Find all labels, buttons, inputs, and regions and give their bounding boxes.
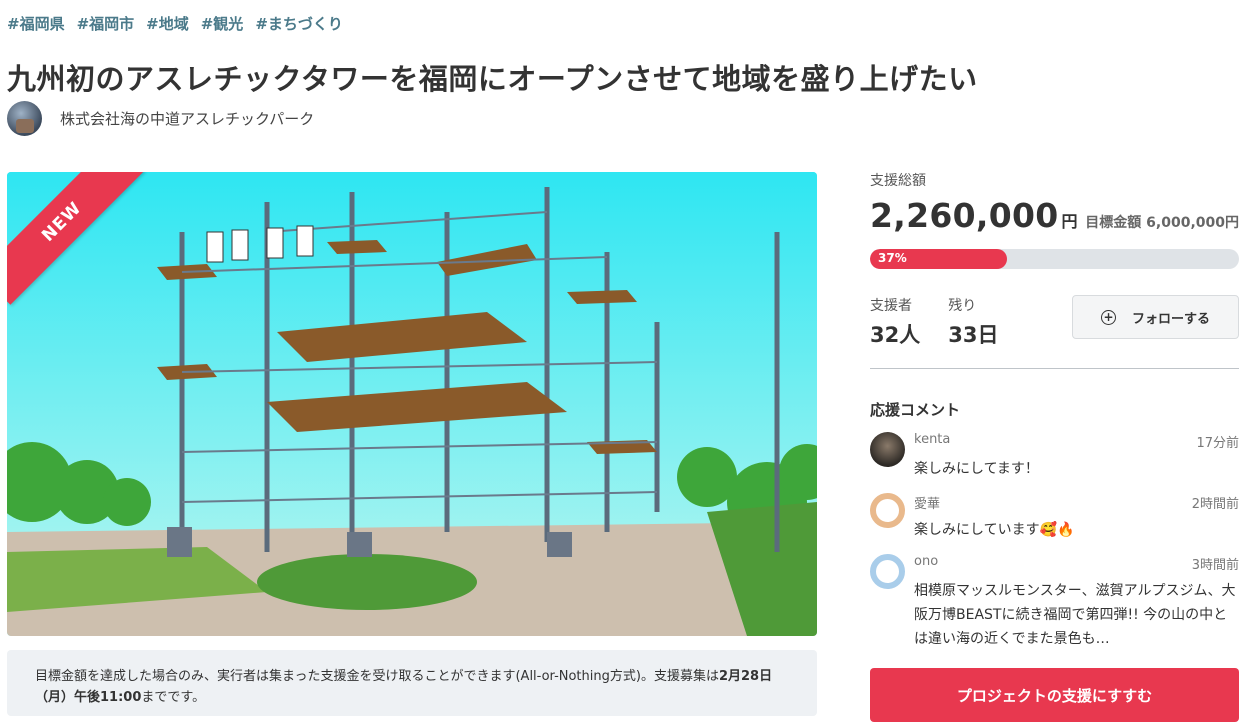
comment-body: 愛華 2時間前 楽しみにしています🥰🔥: [914, 493, 1239, 542]
funding-panel: 支援総額 2,260,000 円 目標金額 6,000,000円 37% 支援者 …: [870, 170, 1239, 651]
supporters-stat: 支援者 32人: [870, 295, 920, 349]
notice-text-2: までです。: [141, 690, 206, 705]
tag-region[interactable]: #地域: [146, 13, 189, 34]
comment-user[interactable]: ono: [914, 554, 938, 573]
remaining-value: 33日: [948, 323, 999, 347]
comment-text: 楽しみにしてます！: [914, 461, 1039, 477]
support-project-button[interactable]: プロジェクトの支援にすすむ: [870, 668, 1239, 722]
remaining-label: 残り: [948, 298, 977, 314]
comment-text: 相模原マッスルモンスター、滋賀アルプスジム、大阪万博BEASTに続き福岡で第四弾…: [914, 583, 1236, 647]
comment-header: ono 3時間前: [914, 554, 1239, 573]
comment-item: ono 3時間前 相模原マッスルモンスター、滋賀アルプスジム、大阪万博BEAST…: [870, 554, 1239, 651]
comment-item: kenta 17分前 楽しみにしてます！: [870, 432, 1239, 481]
amount-row: 2,260,000 円 目標金額 6,000,000円: [870, 196, 1239, 235]
funding-notice: 目標金額を達成した場合のみ、実行者は集まった支援金を受け取ることができます(Al…: [7, 650, 817, 716]
avatar[interactable]: [870, 432, 905, 467]
comment-header: kenta 17分前: [914, 432, 1239, 451]
progress-label: 37%: [878, 251, 907, 265]
progress-bar: 37%: [870, 249, 1239, 269]
owner-avatar[interactable]: [7, 101, 42, 136]
follow-button[interactable]: + フォローする: [1072, 295, 1239, 339]
athletic-tower-illustration: [7, 172, 817, 636]
notice-text-1: 目標金額を達成した場合のみ、実行者は集まった支援金を受け取ることができます(Al…: [35, 669, 719, 684]
follow-label: フォローする: [1131, 311, 1210, 327]
tag-fukuoka-city[interactable]: #福岡市: [77, 13, 135, 34]
page-title: 九州初のアスレチックタワーを福岡にオープンさせて地域を盛り上げたい: [7, 62, 978, 96]
stats-row: 支援者 32人 残り 33日 + フォローする: [870, 295, 1239, 347]
comment-body: ono 3時間前 相模原マッスルモンスター、滋賀アルプスジム、大阪万博BEAST…: [914, 554, 1239, 651]
comment-body: kenta 17分前 楽しみにしてます！: [914, 432, 1239, 481]
hero-image: NEW: [7, 172, 817, 636]
comment-user[interactable]: 愛華: [914, 493, 940, 512]
comment-user[interactable]: kenta: [914, 432, 950, 451]
comment-time: 2時間前: [1191, 497, 1239, 512]
tag-tourism[interactable]: #観光: [201, 13, 244, 34]
avatar[interactable]: [870, 493, 905, 528]
divider: [870, 368, 1239, 369]
currency: 円: [1061, 212, 1078, 231]
tag-fukuoka-prefecture[interactable]: #福岡県: [7, 13, 65, 34]
avatar[interactable]: [870, 554, 905, 589]
owner-name[interactable]: 株式会社海の中道アスレチックパーク: [60, 108, 314, 129]
comments-title: 応援コメント: [870, 401, 961, 419]
supporters-value: 32人: [870, 323, 921, 347]
tag-town-development[interactable]: #まちづくり: [255, 13, 343, 34]
goal-amount: 目標金額 6,000,000円: [1085, 215, 1239, 231]
comment-header: 愛華 2時間前: [914, 493, 1239, 512]
total-amount: 2,260,000: [870, 196, 1059, 235]
total-label: 支援総額: [870, 173, 926, 189]
comment-text: 楽しみにしています🥰🔥: [914, 522, 1075, 538]
comment-time: 17分前: [1196, 436, 1239, 451]
tag-list: #福岡県 #福岡市 #地域 #観光 #まちづくり: [7, 13, 343, 34]
comment-item: 愛華 2時間前 楽しみにしています🥰🔥: [870, 493, 1239, 542]
total-amount-wrap: 2,260,000 円: [870, 196, 1078, 235]
supporters-label: 支援者: [870, 298, 912, 314]
plus-circle-icon: +: [1100, 309, 1116, 325]
owner-block[interactable]: 株式会社海の中道アスレチックパーク: [7, 101, 314, 136]
remaining-stat: 残り 33日: [948, 295, 998, 349]
comment-time: 3時間前: [1191, 558, 1239, 573]
